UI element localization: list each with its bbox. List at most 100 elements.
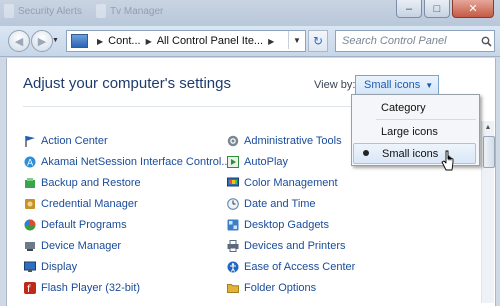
item-label: Device Manager [41, 240, 122, 252]
item-akamai-netsession[interactable]: A Akamai NetSession Interface Control... [24, 154, 231, 170]
vault-icon [24, 198, 36, 210]
display-icon [24, 261, 36, 273]
close-icon: ✕ [468, 3, 478, 15]
item-label: AutoPlay [244, 156, 289, 168]
item-color-management[interactable]: Color Management [227, 175, 338, 191]
item-administrative-tools[interactable]: Administrative Tools [227, 133, 342, 149]
flag-icon [24, 135, 36, 147]
item-device-manager[interactable]: Device Manager [24, 238, 121, 254]
view-by-value: Small icons [364, 79, 421, 91]
menu-item-label: Small icons [382, 147, 439, 160]
backup-icon [24, 177, 36, 189]
chevron-down-icon: ▼ [425, 80, 434, 90]
item-backup-and-restore[interactable]: Backup and Restore [24, 175, 141, 191]
breadcrumb-separator-icon: ▶ [97, 36, 104, 46]
menu-item-large-icons[interactable]: Large icons [353, 122, 476, 141]
item-flash-player[interactable]: f Flash Player (32-bit) [24, 280, 140, 296]
back-button[interactable]: ◀ [8, 30, 30, 52]
folder-icon [227, 282, 239, 294]
item-label: Ease of Access Center [244, 261, 356, 273]
item-date-and-time[interactable]: Date and Time [227, 196, 316, 212]
printer-icon [227, 240, 239, 252]
close-button[interactable]: ✕ [452, 0, 494, 18]
item-label: Devices and Printers [244, 240, 346, 252]
view-by-menu: Category Large icons Small icons [351, 94, 480, 166]
item-autoplay[interactable]: AutoPlay [227, 154, 288, 170]
item-label: Flash Player (32-bit) [41, 282, 141, 294]
background-window-title: Tv Manager [110, 6, 164, 17]
accessibility-icon [227, 261, 239, 273]
scrollbar-thumb[interactable] [483, 136, 495, 168]
device-manager-icon [24, 240, 36, 252]
recent-pages-button[interactable]: ▼ [51, 36, 60, 45]
chevron-down-icon: ▼ [293, 35, 301, 45]
breadcrumb-separator-icon: ▶ [268, 36, 275, 46]
minimize-icon: – [405, 2, 413, 15]
item-label: Date and Time [244, 198, 316, 210]
view-by-label: View by: [314, 79, 356, 91]
address-dropdown-button[interactable]: ▼ [288, 31, 305, 49]
page-title: Adjust your computer's settings [23, 75, 231, 92]
item-label: Akamai NetSession Interface Control... [41, 156, 231, 168]
item-label: Color Management [244, 177, 338, 189]
akamai-icon: A [24, 156, 36, 169]
item-desktop-gadgets[interactable]: Desktop Gadgets [227, 217, 329, 233]
chevron-down-icon: ▼ [52, 37, 59, 44]
breadcrumb-all-items[interactable]: All Control Panel Ite... [157, 35, 263, 47]
breadcrumb-control-panel[interactable]: Cont... [108, 35, 140, 47]
back-arrow-icon: ◀ [14, 35, 24, 48]
search-box[interactable]: Search Control Panel [335, 30, 495, 52]
window-controls: – □ ✕ [396, 0, 494, 18]
color-management-icon [227, 177, 239, 189]
address-bar[interactable]: ▶ Cont... ▶ All Control Panel Ite... ▶ ▼ [66, 30, 306, 52]
forward-button[interactable]: ▶ [31, 30, 53, 52]
admin-tools-icon [227, 135, 239, 147]
item-ease-of-access-center[interactable]: Ease of Access Center [227, 259, 355, 275]
item-label: Display [41, 261, 78, 273]
refresh-button[interactable]: ↻ [308, 30, 328, 52]
selected-bullet-icon [363, 150, 369, 156]
gadgets-icon [227, 219, 239, 231]
svg-text:f: f [27, 284, 31, 294]
divider [23, 106, 363, 107]
item-devices-and-printers[interactable]: Devices and Printers [227, 238, 346, 254]
scroll-up-icon[interactable]: ▲ [483, 122, 493, 132]
item-action-center[interactable]: Action Center [24, 133, 108, 149]
default-programs-icon [24, 219, 36, 231]
menu-separator [376, 119, 476, 120]
menu-item-label: Large icons [381, 125, 438, 138]
search-icon[interactable] [478, 36, 494, 47]
control-panel-icon [71, 34, 88, 48]
item-display[interactable]: Display [24, 259, 77, 275]
item-label: Action Center [41, 135, 108, 147]
view-by-dropdown[interactable]: Small icons ▼ [355, 75, 439, 95]
window-title-bar: Security Alerts Tv Manager – □ ✕ [0, 0, 500, 26]
refresh-icon: ↻ [312, 34, 324, 48]
item-label: Credential Manager [41, 198, 138, 210]
flash-icon: f [24, 282, 36, 295]
item-label: Folder Options [244, 282, 317, 294]
autoplay-icon [227, 156, 239, 168]
item-label: Default Programs [41, 219, 127, 231]
maximize-button[interactable]: □ [424, 0, 450, 18]
breadcrumb-separator-icon: ▶ [145, 36, 152, 46]
background-window-icon [96, 4, 106, 18]
pointer-cursor-icon [441, 150, 455, 172]
menu-item-category[interactable]: Category [353, 98, 476, 117]
search-input[interactable]: Search Control Panel [336, 35, 478, 47]
background-window-icon [4, 4, 14, 18]
vertical-scrollbar[interactable]: ▲ [481, 121, 495, 303]
item-default-programs[interactable]: Default Programs [24, 217, 127, 233]
svg-text:A: A [27, 159, 34, 169]
menu-item-label: Category [381, 101, 426, 114]
forward-arrow-icon: ▶ [37, 35, 47, 48]
navigation-bar: ◀ ▶ ▼ ▶ Cont... ▶ All Control Panel Ite.… [0, 26, 500, 57]
minimize-button[interactable]: – [396, 0, 422, 18]
item-folder-options[interactable]: Folder Options [227, 280, 316, 296]
item-credential-manager[interactable]: Credential Manager [24, 196, 138, 212]
menu-item-small-icons[interactable]: Small icons [353, 143, 476, 164]
item-label: Administrative Tools [244, 135, 342, 147]
clock-icon [227, 198, 239, 210]
maximize-icon: □ [433, 2, 441, 15]
item-label: Desktop Gadgets [244, 219, 329, 231]
